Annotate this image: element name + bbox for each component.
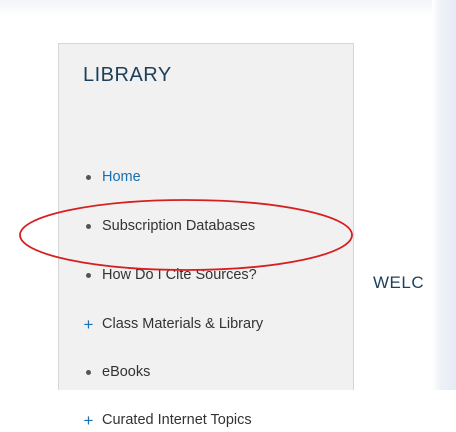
bullet-icon [86, 223, 91, 229]
library-sidebar: LIBRARY Home Subscription Databases How … [58, 43, 354, 429]
sidebar-item-curated-internet-topics[interactable]: + Curated Internet Topics [83, 408, 252, 432]
sidebar-item-label: Curated Internet Topics [102, 412, 252, 428]
sidebar-item-class-materials[interactable]: + Class Materials & Library [83, 312, 264, 336]
expand-plus-icon[interactable]: + [83, 316, 94, 333]
bullet-icon [86, 272, 91, 278]
sidebar-item-label: Subscription Databases [102, 218, 256, 234]
welcome-heading: WELC [373, 273, 425, 292]
bullet-icon [86, 369, 91, 375]
page-top-shadow [0, 0, 456, 18]
page-right-edge [432, 0, 456, 390]
sidebar-item-cite-sources[interactable]: How Do I Cite Sources? [83, 263, 257, 287]
bullet-icon [86, 174, 91, 180]
sidebar-item-label: How Do I Cite Sources? [102, 267, 257, 283]
expand-plus-icon[interactable]: + [83, 412, 94, 429]
sidebar-item-label: eBooks [102, 364, 151, 380]
sidebar-title: LIBRARY [83, 64, 172, 86]
sidebar-item-subscription-databases[interactable]: Subscription Databases [83, 214, 255, 238]
sidebar-item-home[interactable]: Home [83, 165, 141, 189]
sidebar-item-label: Home [102, 169, 141, 185]
sidebar-item-ebooks[interactable]: eBooks [83, 360, 150, 384]
sidebar-item-label: Class Materials & Library [102, 316, 264, 332]
